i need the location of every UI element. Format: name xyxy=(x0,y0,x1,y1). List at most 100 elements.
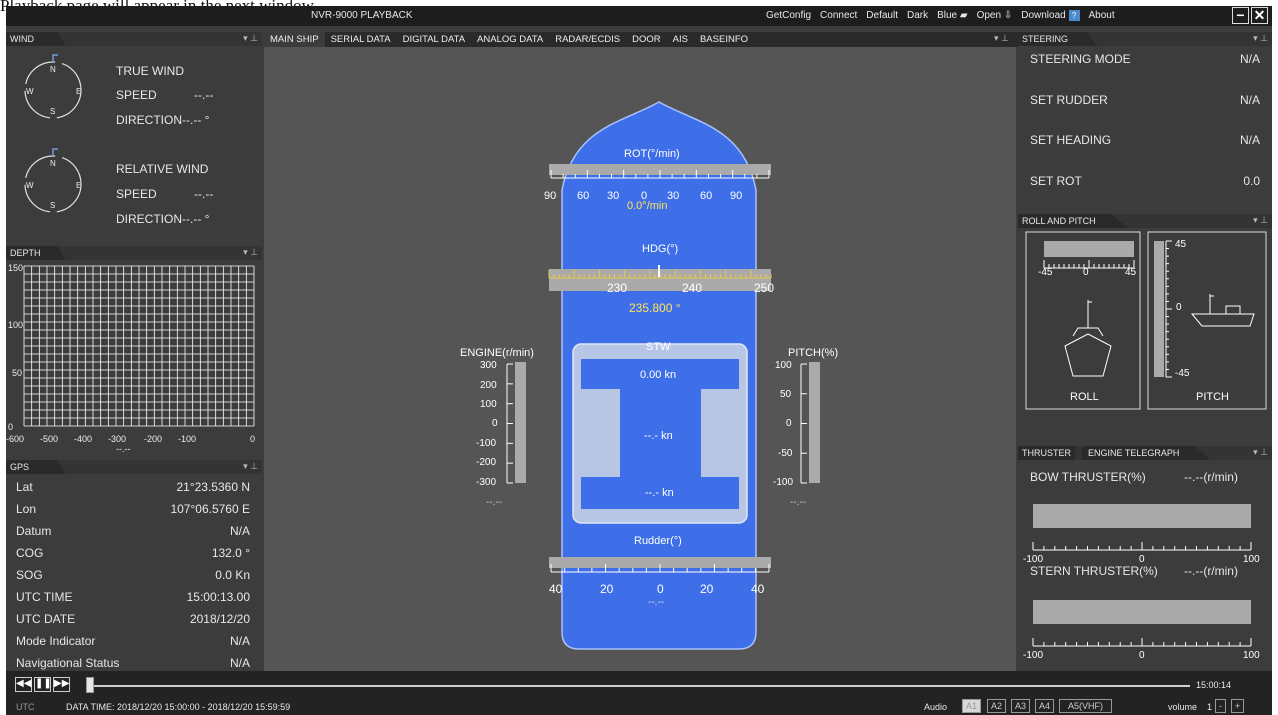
minimize-button[interactable]: − xyxy=(1232,7,1249,24)
rudder-tick: 20 xyxy=(700,582,714,596)
gps-label: Datum xyxy=(16,524,52,538)
volume-down-button[interactable]: - xyxy=(1215,699,1226,713)
pitch-tick: 0 xyxy=(786,418,792,429)
tab-radar-ecdis[interactable]: RADAR/ECDIS xyxy=(549,32,626,47)
steering-value: N/A xyxy=(1239,93,1260,107)
rudder-label: Rudder(°) xyxy=(634,535,682,547)
engine-tick: 300 xyxy=(480,360,497,371)
depth-ytick-100: 100 xyxy=(8,320,23,330)
tab-door[interactable]: DOOR xyxy=(626,32,667,47)
tab-main-ship[interactable]: MAIN SHIP xyxy=(264,32,325,47)
tab-serial-data[interactable]: SERIAL DATA xyxy=(325,32,397,47)
pitch-rp-label: PITCH xyxy=(1196,391,1229,403)
pitch-rp-tick: -45 xyxy=(1175,368,1190,379)
steering-value: 0.0 xyxy=(1243,174,1260,188)
tab-analog-data[interactable]: ANALOG DATA xyxy=(471,32,549,47)
hdg-value: 235.800 ° xyxy=(629,301,681,315)
bow-thruster-bar xyxy=(1033,504,1251,528)
menu-download-label: Download xyxy=(1021,10,1066,21)
menu-blue-label: Blue xyxy=(937,10,958,21)
thruster-tab[interactable]: THRUSTER xyxy=(1018,446,1075,460)
audio-channel-a3[interactable]: A3 xyxy=(1011,699,1031,713)
engine-telegraph-tab[interactable]: ENGINE TELEGRAPH xyxy=(1082,446,1210,460)
tab-baseinfo[interactable]: BASEINFO xyxy=(694,32,754,47)
compass-s: S xyxy=(50,107,55,116)
menu-blue-theme[interactable]: Blue ▰ xyxy=(937,10,968,21)
timeline-track[interactable] xyxy=(86,685,1190,687)
tab-ais[interactable]: AIS xyxy=(667,32,694,47)
rewind-button[interactable]: ◀◀ xyxy=(15,677,32,692)
gps-panel: GPS ▾ ⊥ Lat 21°23.5360 N Lon 107°06.5760 E… xyxy=(6,460,262,670)
engine-tick: -200 xyxy=(476,457,496,468)
bow-tick: -100 xyxy=(1023,554,1043,565)
depth-xtick: -300 xyxy=(108,434,126,444)
audio-channel-a5-vhf[interactable]: A5(VHF) xyxy=(1059,699,1113,713)
pin-icon[interactable]: ▾ ⊥ xyxy=(1253,33,1268,44)
stern-thruster-bar xyxy=(1033,600,1251,624)
rot-tick: 60 xyxy=(577,190,589,202)
wind-panel: WIND ▾ ⊥ N E S W TRUE WIND SPEED --.-- D… xyxy=(6,32,262,242)
stern-scale xyxy=(1032,638,1252,647)
bow-scale xyxy=(1032,542,1252,551)
pin-icon[interactable]: ▾ ⊥ xyxy=(1253,447,1268,458)
menu-download[interactable]: Download ? xyxy=(1021,10,1080,21)
steering-label: STEERING MODE xyxy=(1030,52,1131,66)
audio-channel-a4[interactable]: A4 xyxy=(1035,699,1055,713)
depth-tab[interactable]: DEPTH xyxy=(6,246,66,260)
steering-label: SET HEADING xyxy=(1030,133,1112,147)
pitch-scale xyxy=(800,363,807,484)
hdg-tick: 240 xyxy=(682,281,702,295)
volume-up-button[interactable]: + xyxy=(1231,699,1245,713)
rot-tick: 90 xyxy=(730,190,742,202)
thruster-panel: THRUSTER ENGINE TELEGRAPH ▾ ⊥ BOW THRUST… xyxy=(1018,446,1272,670)
depth-ytick-0: 0 xyxy=(8,422,13,432)
menu-about[interactable]: About xyxy=(1089,10,1115,21)
close-button[interactable]: ✕ xyxy=(1251,7,1268,24)
depth-chart: 150 100 50 0 -600 -500 -400 -300 -200 -1… xyxy=(6,263,255,454)
audio-label: Audio xyxy=(924,702,948,712)
compass-n: N xyxy=(50,159,56,168)
menu-open[interactable]: Open ⇩ xyxy=(977,10,1013,21)
engine-tick: -300 xyxy=(476,477,496,488)
pause-button[interactable]: ❚❚ xyxy=(34,677,52,692)
roll-pitch-tab[interactable]: ROLL AND PITCH xyxy=(1018,214,1128,228)
wind-tab[interactable]: WIND xyxy=(6,32,66,46)
pin-icon[interactable]: ▾ ⊥ xyxy=(243,461,258,472)
bow-tick: 0 xyxy=(1139,554,1145,565)
gps-label: Mode Indicator xyxy=(16,634,96,648)
true-speed-label: SPEED xyxy=(116,88,157,102)
rel-dir-value: --.-- ° xyxy=(182,212,210,226)
depth-xtick: -100 xyxy=(178,434,196,444)
engine-readout: --.-- xyxy=(486,497,502,508)
bow-thruster-label: BOW THRUSTER(%) xyxy=(1030,470,1146,484)
engine-bar xyxy=(515,362,526,483)
gps-value: N/A xyxy=(229,524,250,538)
steering-tab[interactable]: STEERING xyxy=(1018,32,1098,46)
stw-mid-value: --.- kn xyxy=(644,430,673,442)
tab-digital-data[interactable]: DIGITAL DATA xyxy=(397,32,471,47)
depth-xtick: -500 xyxy=(40,434,58,444)
audio-channel-a1[interactable]: A1 xyxy=(962,699,982,713)
pin-icon[interactable]: ▾ ⊥ xyxy=(243,33,258,44)
pin-icon[interactable]: ▾ ⊥ xyxy=(994,33,1009,44)
menu-default[interactable]: Default xyxy=(866,10,898,21)
pin-icon[interactable]: ▾ ⊥ xyxy=(1253,215,1268,226)
gps-row-cog: COG 132.0 ° xyxy=(16,546,250,560)
pin-icon[interactable]: ▾ ⊥ xyxy=(243,247,258,258)
fast-forward-button[interactable]: ▶▶ xyxy=(53,677,70,692)
menu-connect[interactable]: Connect xyxy=(820,10,857,21)
gps-row-lat: Lat 21°23.5360 N xyxy=(16,480,250,494)
depth-xtick: -200 xyxy=(144,434,162,444)
relative-wind-compass: N E S W xyxy=(24,148,82,213)
gps-label: Navigational Status xyxy=(16,656,120,670)
gps-row-nav-status: Navigational Status N/A xyxy=(16,656,250,670)
roll-tick: 0 xyxy=(1083,267,1089,278)
depth-ytick-150: 150 xyxy=(8,263,23,273)
audio-channel-a2[interactable]: A2 xyxy=(987,699,1007,713)
menu-dark[interactable]: Dark xyxy=(907,10,928,21)
menu-getconfig[interactable]: GetConfig xyxy=(766,10,811,21)
timeline-handle[interactable] xyxy=(86,677,94,693)
gps-row-utc-date: UTC DATE 2018/12/20 xyxy=(16,612,250,626)
gps-tab[interactable]: GPS xyxy=(6,460,66,474)
title-bar: NVR-9000 PLAYBACK GetConfig Connect Defa… xyxy=(6,6,1272,26)
